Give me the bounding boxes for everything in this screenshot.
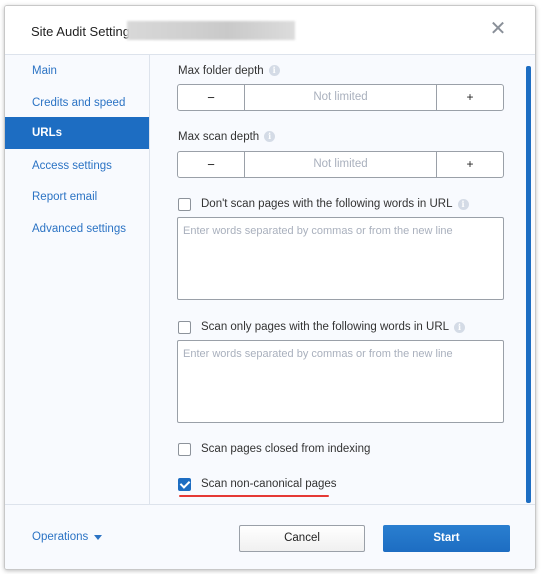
sidebar-item-urls[interactable]: URLs (5, 117, 149, 149)
scan-noncanonical-pages-label: Scan non-canonical pages (201, 478, 337, 490)
scan-closed-pages-checkbox[interactable] (178, 442, 191, 456)
info-icon[interactable]: i (268, 65, 280, 77)
operations-dropdown[interactable]: Operations (32, 531, 103, 543)
cancel-button[interactable]: Cancel (239, 525, 365, 552)
max-folder-depth-label: Max folder depth i (178, 65, 280, 77)
content-scrollbar[interactable] (526, 66, 531, 503)
close-icon[interactable]: ✕ (489, 19, 507, 39)
exclude-words-input[interactable] (177, 217, 504, 300)
info-icon[interactable]: i (457, 198, 469, 210)
scan-noncanonical-pages-checkbox[interactable] (178, 477, 191, 491)
dialog-header: Site Audit Settings ✕ (5, 6, 535, 55)
include-words-checkbox-row[interactable]: Scan only pages with the following words… (178, 320, 466, 334)
include-words-input[interactable] (177, 340, 504, 423)
exclude-words-label: Don't scan pages with the following word… (201, 198, 453, 210)
max-folder-depth-label-text: Max folder depth (178, 65, 264, 77)
max-scan-depth-stepper: − Not limited + (177, 151, 504, 178)
sidebar-item-advanced-settings[interactable]: Advanced settings (5, 215, 149, 247)
max-scan-depth-label-text: Max scan depth (178, 131, 260, 143)
sidebar-item-access-settings[interactable]: Access settings (5, 152, 149, 184)
max-scan-depth-increment-button[interactable]: + (436, 152, 503, 177)
max-folder-depth-value[interactable]: Not limited (245, 85, 436, 110)
dialog-title: Site Audit Settings (31, 24, 137, 39)
include-words-label: Scan only pages with the following words… (201, 321, 450, 333)
site-audit-settings-dialog: Site Audit Settings ✕ Main Credits and s… (4, 5, 536, 570)
include-words-checkbox[interactable] (178, 320, 191, 334)
scan-closed-pages-label: Scan pages closed from indexing (201, 443, 371, 455)
exclude-words-checkbox-row[interactable]: Don't scan pages with the following word… (178, 197, 469, 211)
highlight-underline (179, 495, 329, 497)
dialog-footer: Operations Cancel Start (5, 504, 535, 569)
exclude-words-checkbox[interactable] (178, 197, 191, 211)
redacted-project-name (127, 21, 295, 40)
scan-noncanonical-pages-row[interactable]: Scan non-canonical pages (178, 477, 337, 491)
sidebar-item-main[interactable]: Main (5, 57, 149, 89)
info-icon[interactable]: i (264, 131, 276, 143)
start-button[interactable]: Start (383, 525, 510, 552)
urls-settings-panel: Max folder depth i − Not limited + Max sc… (150, 55, 535, 504)
scan-closed-pages-row[interactable]: Scan pages closed from indexing (178, 442, 370, 456)
sidebar-item-report-email[interactable]: Report email (5, 183, 149, 215)
max-folder-depth-decrement-button[interactable]: − (178, 85, 245, 110)
info-icon[interactable]: i (454, 321, 466, 333)
max-scan-depth-decrement-button[interactable]: − (178, 152, 245, 177)
caret-down-icon (94, 534, 103, 540)
max-scan-depth-label: Max scan depth i (178, 131, 276, 143)
operations-label: Operations (32, 531, 89, 543)
max-scan-depth-value[interactable]: Not limited (245, 152, 436, 177)
max-folder-depth-increment-button[interactable]: + (436, 85, 503, 110)
settings-sidebar: Main Credits and speed URLs Access setti… (5, 55, 150, 504)
max-folder-depth-stepper: − Not limited + (177, 84, 504, 111)
